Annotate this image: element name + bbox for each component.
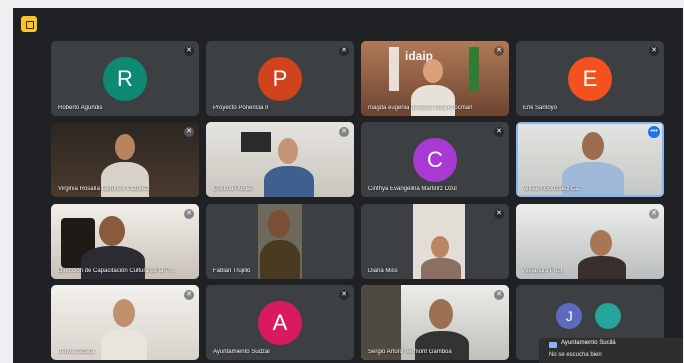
person-body <box>81 246 145 279</box>
meeting-info-button[interactable] <box>21 16 37 32</box>
mic-muted-icon: ✕ <box>494 127 504 137</box>
participant-video-tile[interactable]: ✕ Virginia Rosalía Lagunes Vázquez <box>51 122 199 197</box>
participant-video-tile[interactable]: ✕ Itenya zapata <box>51 285 199 360</box>
meeting-grid: R ✕ Roberto Agundis P ✕ Proyecto Ponenci… <box>13 8 683 363</box>
participant-name: Virginia Rosalía Lagunes Vázquez <box>58 186 150 192</box>
more-options-icon[interactable]: ••• <box>648 126 660 138</box>
participant-name: Diana Miss <box>368 268 398 274</box>
mic-muted-icon: ✕ <box>649 46 659 56</box>
participant-name: Cristina Pulgar <box>213 186 253 192</box>
person-head <box>431 236 449 258</box>
mic-muted-icon: ✕ <box>184 209 194 219</box>
mic-muted-icon: ✕ <box>184 46 194 56</box>
avatar: C <box>413 137 457 182</box>
participant-name: William González Ca... <box>523 186 584 192</box>
avatar: R <box>103 56 147 101</box>
person-head <box>590 230 612 256</box>
person-head <box>115 134 135 160</box>
person-head <box>582 132 604 160</box>
mic-muted-icon: ✕ <box>649 209 659 219</box>
participant-name: magda eugenia de jesus lozano ocman <box>368 105 473 111</box>
mic-muted-icon: ✕ <box>494 46 504 56</box>
participant-name: Erik Santoyo <box>523 105 558 111</box>
avatar: P <box>258 56 302 101</box>
person-body <box>415 331 469 360</box>
participant-video-tile[interactable]: ✕ Alejandra Poot <box>516 204 664 279</box>
participant-tile[interactable]: P ✕ Proyecto Ponencia II <box>206 41 354 116</box>
mic-muted-icon: ✕ <box>339 127 349 137</box>
person-head <box>113 299 135 327</box>
participant-name: Itenya zapata <box>58 349 95 355</box>
flag <box>469 47 479 91</box>
participant-tile[interactable]: C ✕ Cinthya Evangelina Martinrz Dzul <box>361 122 509 197</box>
person-body <box>411 85 455 116</box>
avatar: A <box>258 300 302 345</box>
participant-name: Dirección de Capacitación Cultura de la … <box>58 268 176 274</box>
participant-video-tile[interactable]: ✕ Sergio Arturo Vermont Gamboa <box>361 285 509 360</box>
mic-muted-icon: ✕ <box>184 290 194 300</box>
person-head <box>99 216 125 246</box>
avatar: J <box>556 302 583 329</box>
flag <box>389 47 399 91</box>
avatar: E <box>568 56 612 101</box>
person-head <box>429 299 453 329</box>
person-body <box>264 166 314 197</box>
participant-video-tile[interactable]: ✕ Diana Miss <box>361 204 509 279</box>
person-head <box>423 59 443 83</box>
participant-tile[interactable]: R ✕ Roberto Agundis <box>51 41 199 116</box>
participant-name: Sergio Arturo Vermont Gamboa <box>368 349 452 355</box>
avatar <box>594 302 621 329</box>
chat-sender: Ayuntamiento Sucilá <box>561 340 616 346</box>
participant-video-tile[interactable]: ✕ Dirección de Capacitación Cultura de l… <box>51 204 199 279</box>
mic-muted-icon: ✕ <box>339 46 349 56</box>
chat-message: No se escucha bien <box>549 352 602 358</box>
participant-tile[interactable]: E ✕ Erik Santoyo <box>516 41 664 116</box>
mic-muted-icon: ✕ <box>494 209 504 219</box>
participant-name: Proyecto Ponencia II <box>213 105 269 111</box>
person-body <box>101 329 147 360</box>
person-head <box>278 138 298 164</box>
chat-notification[interactable]: Ayuntamiento Sucilá No se escucha bien <box>539 338 683 363</box>
participant-name: Roberto Agundis <box>58 105 103 111</box>
wall-screen <box>241 132 271 152</box>
mic-muted-icon: ✕ <box>184 127 194 137</box>
participant-video-tile-active-speaker[interactable]: ••• William González Ca... <box>516 122 664 197</box>
person-head <box>268 210 290 238</box>
participant-tile[interactable]: A ✕ Ayuntamiento Sudzal <box>206 285 354 360</box>
participant-name: Ayuntamiento Sudzal <box>213 349 270 355</box>
participant-video-tile[interactable]: Fabian Trujillo <box>206 204 354 279</box>
participant-video-tile[interactable]: ✕ Cristina Pulgar <box>206 122 354 197</box>
chat-icon <box>549 342 557 348</box>
mic-muted-icon: ✕ <box>339 290 349 300</box>
participant-video-tile[interactable]: idaip ✕ magda eugenia de jesus lozano oc… <box>361 41 509 116</box>
participant-name: Fabian Trujillo <box>213 268 251 274</box>
participant-name: Alejandra Poot <box>523 268 563 274</box>
participant-name: Cinthya Evangelina Martinrz Dzul <box>368 186 457 192</box>
mic-muted-icon: ✕ <box>494 290 504 300</box>
